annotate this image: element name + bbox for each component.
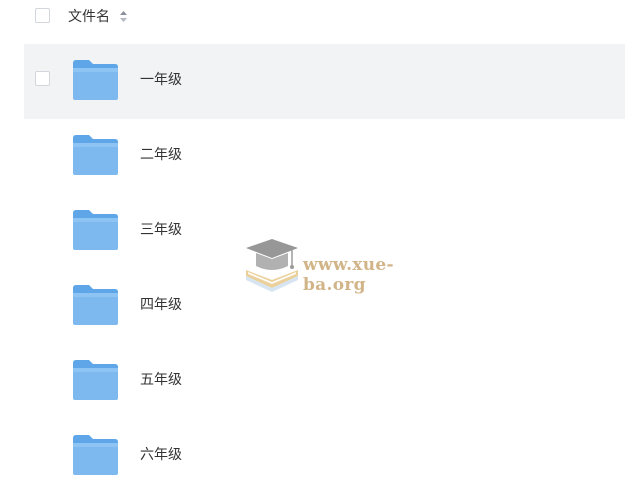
file-list-header: 文件名	[0, 0, 625, 34]
folder-icon	[73, 435, 118, 475]
sort-updown-icon[interactable]	[119, 10, 128, 23]
file-list: 一年级 二年级 三年级 四年级 五年级 六年级	[0, 44, 625, 494]
file-row[interactable]: 二年级	[0, 119, 625, 194]
file-browser: 文件名 一年级 二年级 三年级 四年级 五年级 六年级 www.xue-ba.o…	[0, 0, 625, 500]
file-name[interactable]: 三年级	[140, 221, 182, 239]
folder-icon	[73, 360, 118, 400]
column-header-filename[interactable]: 文件名	[68, 8, 110, 26]
file-name[interactable]: 五年级	[140, 371, 182, 389]
file-row[interactable]: 五年级	[0, 344, 625, 419]
file-row[interactable]: 三年级	[0, 194, 625, 269]
row-checkbox[interactable]	[35, 71, 50, 86]
file-row[interactable]: 六年级	[0, 419, 625, 494]
file-row[interactable]: 一年级	[24, 44, 625, 119]
folder-icon	[73, 60, 118, 100]
select-all-checkbox[interactable]	[35, 8, 50, 23]
file-name[interactable]: 六年级	[140, 446, 182, 464]
folder-icon	[73, 135, 118, 175]
file-name[interactable]: 一年级	[140, 71, 182, 89]
folder-icon	[73, 210, 118, 250]
file-name[interactable]: 二年级	[140, 146, 182, 164]
file-row[interactable]: 四年级	[0, 269, 625, 344]
file-name[interactable]: 四年级	[140, 296, 182, 314]
folder-icon	[73, 285, 118, 325]
